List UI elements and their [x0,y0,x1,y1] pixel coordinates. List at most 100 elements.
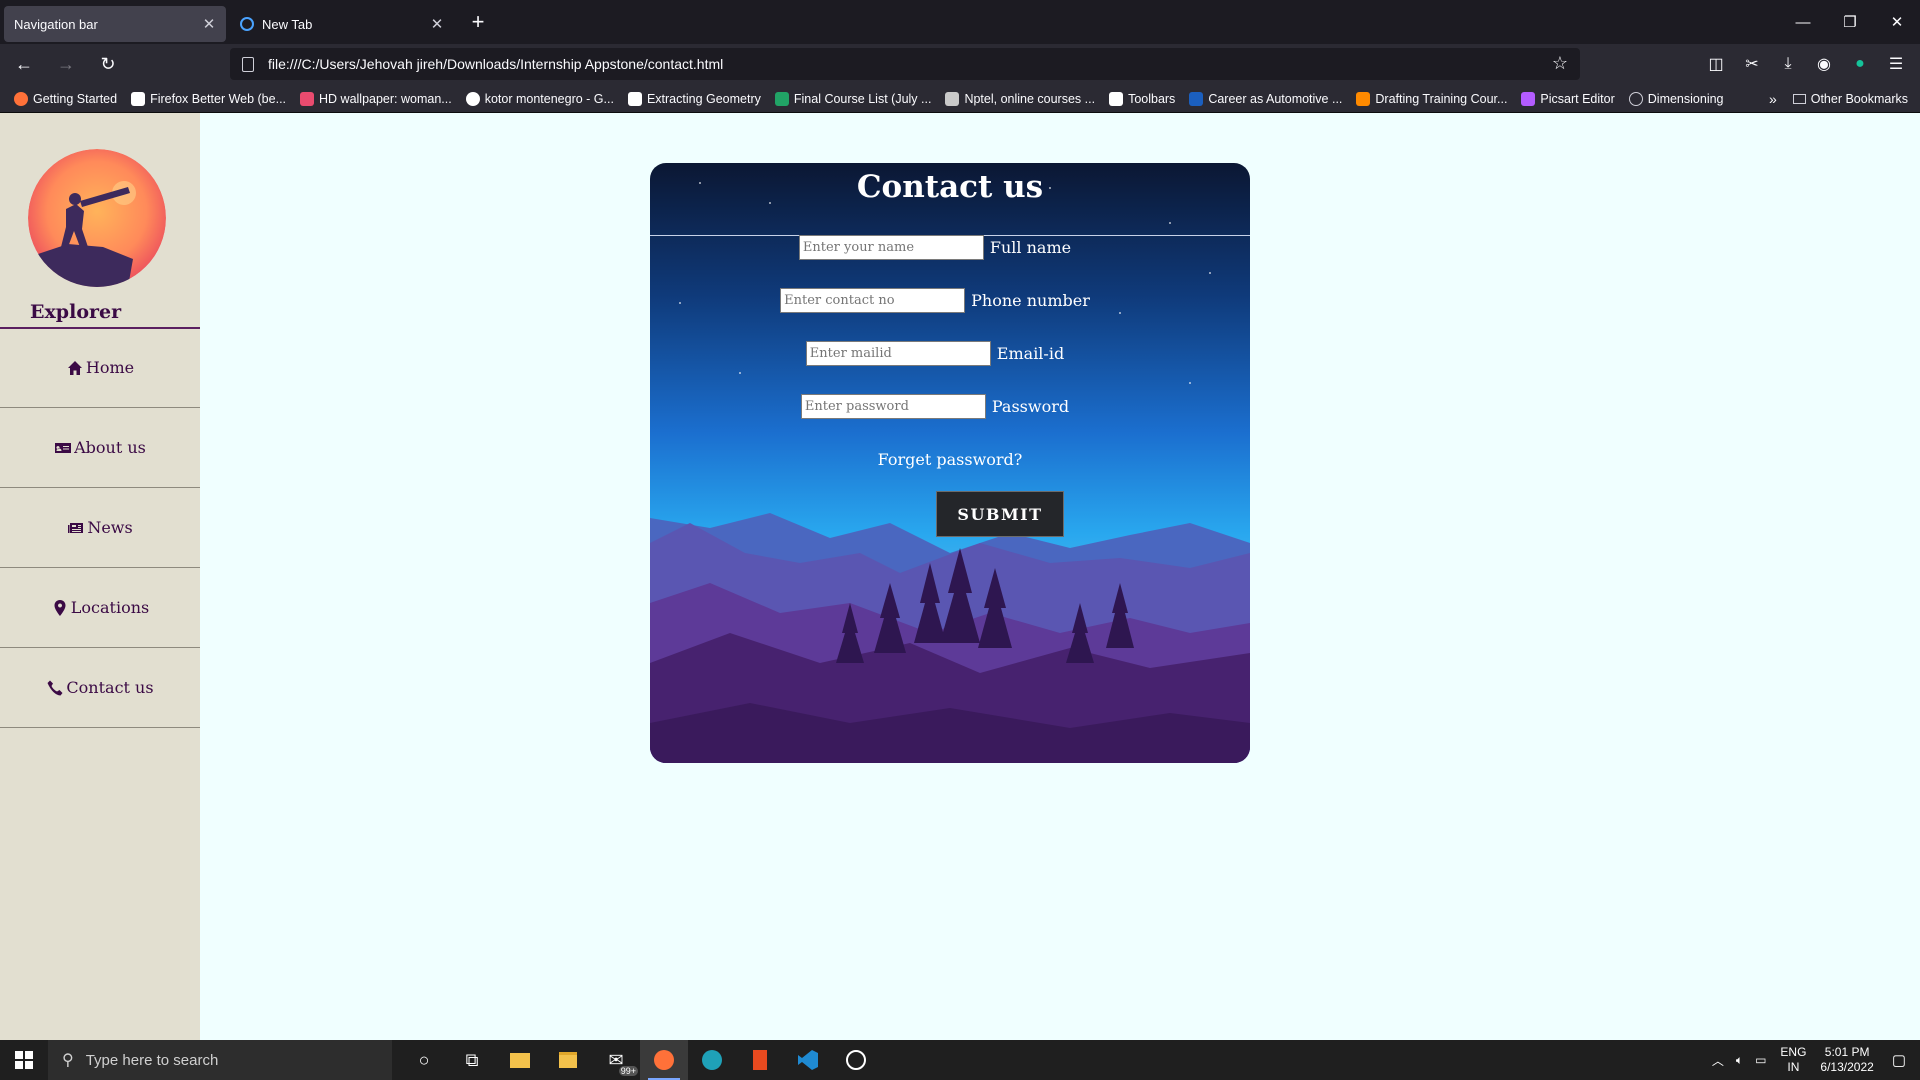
screenshot-icon[interactable]: ✂ [1738,48,1766,80]
newspaper-icon [67,520,85,536]
bookmark-label: Firefox Better Web (be... [150,91,287,106]
volume-icon[interactable]: 🔈︎ [1736,1053,1743,1068]
submit-button[interactable]: SUBMIT [936,491,1064,537]
close-tab-icon[interactable]: ✕ [200,15,218,33]
search-icon: ⚲ [62,1052,74,1069]
bookmark-item[interactable]: Firefox Better Web (be... [131,91,287,106]
download-icon[interactable]: ⤓ [1774,48,1802,80]
tab-label: New Tab [262,16,313,32]
tab-strip: Navigation bar ✕ New Tab ✕ + — ❐ ✕ [0,0,1920,44]
sidebar-item-home[interactable]: Home [0,328,200,408]
email-row: Email-id [650,341,1235,366]
full-name-input[interactable] [798,235,984,260]
bookmark-label: kotor montenegro - G... [484,91,614,106]
vscode-icon[interactable] [784,1040,832,1080]
firefox-favicon-icon [240,17,254,31]
windows-start-icon[interactable] [0,1040,48,1080]
full-name-label: Full name [989,238,1072,257]
bookmark-label: Drafting Training Cour... [1375,91,1508,106]
page-viewport: Explorer Home About us News Locations Co… [0,113,1920,1040]
file-explorer-icon[interactable] [496,1040,544,1080]
store-icon[interactable] [544,1040,592,1080]
taskbar-search[interactable]: ⚲ Type here to search [48,1040,392,1080]
close-tab-icon[interactable]: ✕ [428,15,446,33]
reload-icon[interactable]: ↻ [90,49,126,81]
bookmark-label: Dimensioning [1647,91,1724,106]
full-name-row: Full name [650,235,1235,260]
bookmark-star-icon[interactable]: ☆ [1552,53,1568,74]
new-tab-button[interactable]: + [464,9,492,35]
bookmark-label: HD wallpaper: woman... [319,91,452,106]
bookmarks-toolbar: Getting Started Firefox Better Web (be..… [0,85,1920,113]
bookmark-item[interactable]: Extracting Geometry [627,91,761,106]
edge-icon[interactable] [688,1040,736,1080]
bookmark-item[interactable]: Drafting Training Cour... [1356,91,1508,106]
bookmark-label: Toolbars [1128,91,1176,106]
bookmark-item[interactable]: Career as Automotive ... [1189,91,1342,106]
bookmark-item[interactable]: Nptel, online courses ... [945,91,1095,106]
tab-new-tab[interactable]: New Tab ✕ [230,6,454,42]
grammarly-icon[interactable]: ● [1846,48,1874,80]
phone-input[interactable] [780,288,966,313]
nptel-icon [945,91,960,106]
doc-icon [1109,91,1124,106]
chevron-up-icon[interactable]: ︿ [1712,1052,1724,1069]
sidebar-item-news[interactable]: News [0,488,200,568]
bookmark-label: Extracting Geometry [646,91,761,106]
globe-icon [1628,91,1643,106]
phone-icon [46,680,64,696]
clock-date: 6/13/2022 [1820,1060,1874,1074]
bookmark-label: Getting Started [33,91,118,106]
mail-badge: 99+ [618,1066,638,1076]
mail-icon[interactable]: ✉ 99+ [592,1040,640,1080]
clock[interactable]: 5:01 PM 6/13/2022 [1820,1045,1873,1075]
system-tray: ︿ 🔈︎ ▭ ENG IN 5:01 PM 6/13/2022 ▢ [1712,1040,1920,1080]
network-icon[interactable]: ▭ [1755,1053,1766,1067]
google-icon [465,91,480,106]
sidebar-item-about-us[interactable]: About us [0,408,200,488]
home-icon [66,360,84,376]
minimize-icon[interactable]: — [1780,0,1826,44]
task-view-icon[interactable]: ⧉ [448,1040,496,1080]
tab-navigation-bar[interactable]: Navigation bar ✕ [4,6,226,42]
bookmark-item[interactable]: Toolbars [1109,91,1176,106]
page-icon [242,56,254,72]
restore-icon[interactable]: ❐ [1827,0,1873,44]
bookmark-item[interactable]: kotor montenegro - G... [465,91,614,106]
sidebar-item-label: Locations [70,598,150,617]
forward-icon[interactable]: → [48,49,84,81]
search-placeholder: Type here to search [85,1051,219,1069]
bookmark-item[interactable]: Picsart Editor [1521,91,1615,106]
pocket-icon[interactable]: ◫ [1702,48,1730,80]
sidebar-item-contact-us[interactable]: Contact us [0,648,200,728]
other-bookmarks[interactable]: Other Bookmarks [1811,92,1908,106]
bookmark-label: Picsart Editor [1540,91,1615,106]
back-icon[interactable]: ← [6,49,42,81]
sheets-icon [774,91,789,106]
bookmark-item[interactable]: Final Course List (July ... [774,91,931,106]
password-input[interactable] [800,394,986,419]
sidebar-item-locations[interactable]: Locations [0,568,200,648]
url-text: file:///C:/Users/Jehovah jireh/Downloads… [268,56,724,72]
firefox-taskbar-icon[interactable] [640,1040,688,1080]
extension-icon[interactable]: ◉ [1810,48,1838,80]
bookmark-item[interactable]: Getting Started [14,91,118,106]
address-bar[interactable]: file:///C:/Users/Jehovah jireh/Downloads… [230,48,1580,80]
cortana-icon[interactable]: ○ [400,1040,448,1080]
menu-icon[interactable]: ☰ [1882,48,1910,80]
notification-icon[interactable]: ▢ [1892,1051,1906,1069]
address-card-icon [54,440,72,456]
app-icon[interactable] [832,1040,880,1080]
password-row: Password [650,394,1235,419]
language-indicator[interactable]: ENG IN [1780,1045,1806,1075]
bookmark-item[interactable]: HD wallpaper: woman... [300,91,452,106]
office-icon[interactable] [736,1040,784,1080]
more-bookmarks-icon[interactable]: » [1769,91,1777,107]
forget-password-link[interactable]: Forget password? [650,450,1250,469]
medium-icon [131,91,146,106]
bookmark-item[interactable]: Dimensioning [1628,91,1724,106]
email-input[interactable] [805,341,991,366]
firefox-icon [14,91,28,106]
close-window-icon[interactable]: ✕ [1874,0,1920,44]
sidebar: Explorer Home About us News Locations Co… [0,113,200,1040]
